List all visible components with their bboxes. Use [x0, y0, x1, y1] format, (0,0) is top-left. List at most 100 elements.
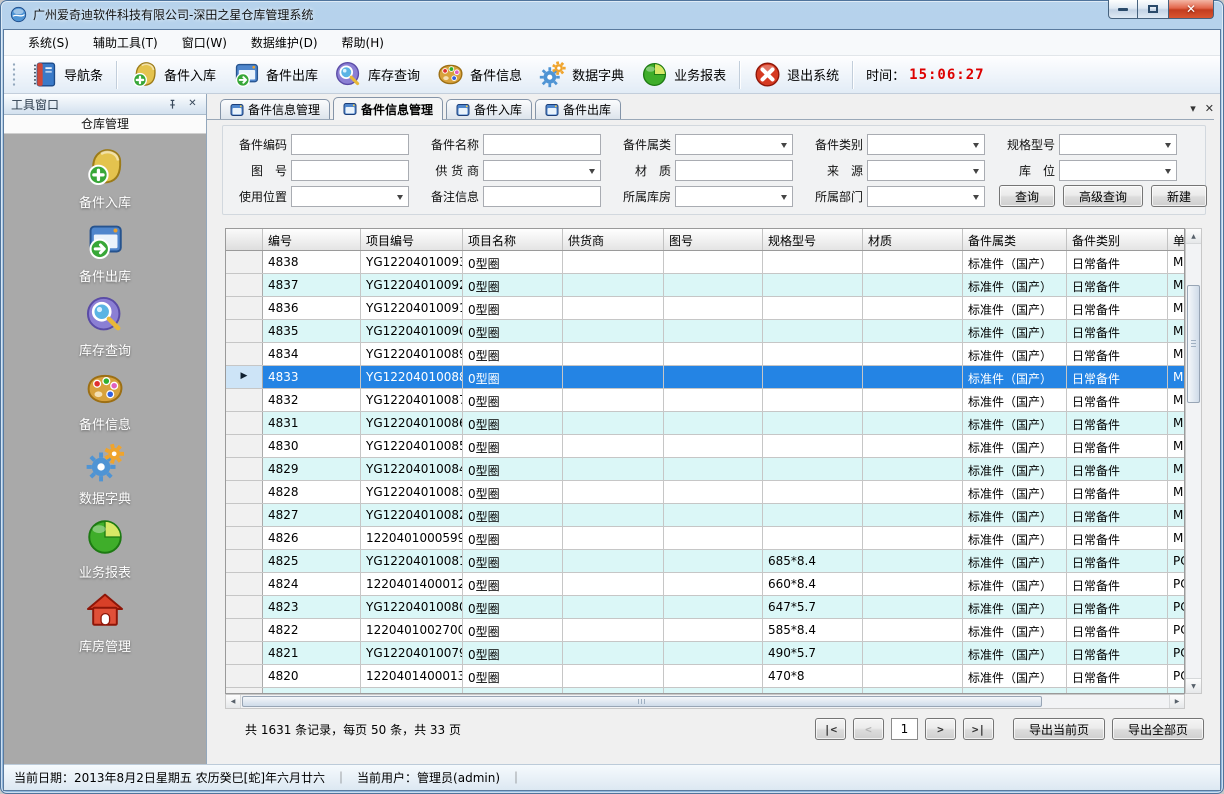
- toolbar-business-report[interactable]: 业务报表: [632, 57, 734, 92]
- column-header-part-class[interactable]: 备件类别: [1067, 229, 1168, 250]
- table-row[interactable]: 4828YG122040100830型圈标准件（国产）日常备件M: [226, 481, 1184, 504]
- table-row[interactable]: 4834YG122040100890型圈标准件（国产）日常备件M: [226, 343, 1184, 366]
- scroll-up-arrow-icon[interactable]: ▲: [1186, 229, 1201, 244]
- cell-drawing-no: [664, 504, 763, 526]
- last-page-button[interactable]: >|: [963, 718, 994, 740]
- tab-parts-info-mgmt-1[interactable]: 备件信息管理: [220, 99, 330, 119]
- sidebar-parts-inbound[interactable]: 备件入库: [4, 146, 206, 211]
- part-name-input[interactable]: [483, 134, 601, 155]
- scroll-left-arrow-icon[interactable]: ◀: [226, 695, 241, 708]
- toolbar-parts-outbound[interactable]: 备件出库: [224, 57, 326, 92]
- cell-part-category: 标准件（国产）: [963, 642, 1067, 664]
- toolbar-grip-handle[interactable]: [12, 62, 16, 88]
- menu-system[interactable]: 系统(S): [16, 30, 81, 55]
- sidebar-inventory-query[interactable]: 库存查询: [4, 294, 206, 359]
- sidebar-data-dictionary[interactable]: 数据字典: [4, 442, 206, 507]
- sidebar-business-report[interactable]: 业务报表: [4, 516, 206, 581]
- table-row[interactable]: 4837YG122040100920型圈标准件（国产）日常备件M: [226, 274, 1184, 297]
- column-header-material[interactable]: 材质: [863, 229, 963, 250]
- menu-window[interactable]: 窗口(W): [170, 30, 239, 55]
- column-header-unit[interactable]: 单位: [1168, 229, 1185, 250]
- spec-model-select[interactable]: [1059, 134, 1177, 155]
- department-select[interactable]: [867, 186, 985, 207]
- table-row[interactable]: 4827YG122040100820型圈标准件（国产）日常备件M: [226, 504, 1184, 527]
- table-row[interactable]: 4835YG122040100900型圈标准件（国产）日常备件M: [226, 320, 1184, 343]
- toolbar-parts-inbound[interactable]: 备件入库: [122, 57, 224, 92]
- menu-aux-tools[interactable]: 辅助工具(T): [81, 30, 170, 55]
- cell-project-name: 0型圈: [463, 619, 563, 641]
- column-header-supplier[interactable]: 供货商: [563, 229, 664, 250]
- remark-input[interactable]: [483, 186, 601, 207]
- table-row[interactable]: 4838YG122040100930型圈标准件（国产）日常备件M: [226, 251, 1184, 274]
- menu-data-maintenance[interactable]: 数据维护(D): [239, 30, 330, 55]
- drawing-no-input[interactable]: [291, 160, 409, 181]
- column-header-project-code[interactable]: 项目编号: [361, 229, 463, 250]
- query-button[interactable]: 查询: [999, 185, 1055, 207]
- toolbar-parts-info[interactable]: 备件信息: [428, 57, 530, 92]
- horizontal-scroll-thumb[interactable]: [242, 696, 1042, 707]
- toolbar-navigator[interactable]: 导航条: [22, 57, 111, 92]
- prev-page-button[interactable]: <: [853, 718, 884, 740]
- storage-location-select[interactable]: [1059, 160, 1177, 181]
- supplier-select[interactable]: [483, 160, 601, 181]
- title-bar[interactable]: 广州爱奇迪软件科技有限公司-深田之星仓库管理系统: [0, 0, 1224, 29]
- table-row[interactable]: 4831YG122040100860型圈标准件（国产）日常备件M: [226, 412, 1184, 435]
- table-row[interactable]: 4825YG122040100810型圈685*8.4标准件（国产）日常备件PC: [226, 550, 1184, 573]
- table-row[interactable]: 4832YG122040100870型圈标准件（国产）日常备件M: [226, 389, 1184, 412]
- column-header-spec-model[interactable]: 规格型号: [763, 229, 863, 250]
- material-input[interactable]: [675, 160, 793, 181]
- table-row[interactable]: 4823YG122040100800型圈647*5.7标准件（国产）日常备件PC: [226, 596, 1184, 619]
- minimize-button[interactable]: [1108, 0, 1138, 19]
- first-page-button[interactable]: |<: [815, 718, 846, 740]
- usage-position-select[interactable]: [291, 186, 409, 207]
- export-all-pages-button[interactable]: 导出全部页: [1112, 718, 1204, 740]
- tab-parts-outbound[interactable]: 备件出库: [535, 99, 621, 119]
- pin-icon[interactable]: [166, 99, 179, 110]
- tab-list-dropdown-icon[interactable]: ▾: [1190, 103, 1196, 114]
- advanced-query-button[interactable]: 高级查询: [1063, 185, 1143, 207]
- table-row[interactable]: 4836YG122040100910型圈标准件（国产）日常备件M: [226, 297, 1184, 320]
- column-header-part-category[interactable]: 备件属类: [963, 229, 1067, 250]
- cell-unit: M: [1168, 504, 1185, 526]
- sidebar-warehouse-mgmt[interactable]: 库房管理: [4, 590, 206, 655]
- sidebar-parts-outbound[interactable]: 备件出库: [4, 220, 206, 285]
- column-header-drawing-no[interactable]: 图号: [664, 229, 763, 250]
- table-row[interactable]: 482412204014000120型圈660*8.4标准件（国产）日常备件PC: [226, 573, 1184, 596]
- part-code-input[interactable]: [291, 134, 409, 155]
- column-header-serial[interactable]: 编号: [263, 229, 361, 250]
- new-button[interactable]: 新建: [1151, 185, 1207, 207]
- vertical-scrollbar[interactable]: ▲ ▼: [1185, 228, 1202, 694]
- cell-supplier: [563, 412, 664, 434]
- warehouse-select[interactable]: [675, 186, 793, 207]
- maximize-button[interactable]: [1138, 0, 1168, 19]
- cell-project-code: YG12204010092: [361, 274, 463, 296]
- table-row[interactable]: 4821YG122040100790型圈490*5.7标准件（国产）日常备件PC: [226, 642, 1184, 665]
- toolbar-exit-system[interactable]: 退出系统: [745, 57, 847, 92]
- next-page-button[interactable]: >: [925, 718, 956, 740]
- tab-close-icon[interactable]: ✕: [1205, 103, 1214, 114]
- tab-parts-inbound[interactable]: 备件入库: [446, 99, 532, 119]
- source-select[interactable]: [867, 160, 985, 181]
- close-button[interactable]: ✕: [1168, 0, 1214, 19]
- part-class-select[interactable]: [867, 134, 985, 155]
- close-icon[interactable]: ✕: [186, 99, 199, 109]
- part-category-select[interactable]: [675, 134, 793, 155]
- toolbar-data-dictionary[interactable]: 数据字典: [530, 57, 632, 92]
- column-header-project-name[interactable]: 项目名称: [463, 229, 563, 250]
- scroll-right-arrow-icon[interactable]: ▶: [1169, 695, 1184, 708]
- scroll-down-arrow-icon[interactable]: ▼: [1186, 678, 1201, 693]
- table-row[interactable]: 482012204014000130型圈470*8标准件（国产）日常备件PC: [226, 665, 1184, 688]
- menu-help[interactable]: 帮助(H): [330, 30, 396, 55]
- page-number-input[interactable]: 1: [891, 718, 918, 740]
- table-row[interactable]: 482612204010005990型圈标准件（国产）日常备件M: [226, 527, 1184, 550]
- tab-parts-info-mgmt-2[interactable]: 备件信息管理: [333, 97, 443, 120]
- sidebar-parts-info[interactable]: 备件信息: [4, 368, 206, 433]
- table-row[interactable]: 4830YG122040100850型圈标准件（国产）日常备件M: [226, 435, 1184, 458]
- export-current-page-button[interactable]: 导出当前页: [1013, 718, 1105, 740]
- table-row[interactable]: 482212204010027000型圈585*8.4标准件（国产）日常备件PC: [226, 619, 1184, 642]
- table-row[interactable]: ▶4833YG122040100880型圈标准件（国产）日常备件M: [226, 366, 1184, 389]
- horizontal-scrollbar[interactable]: ◀ ▶: [225, 694, 1185, 709]
- vertical-scroll-thumb[interactable]: [1187, 285, 1200, 403]
- table-row[interactable]: 4829YG122040100840型圈标准件（国产）日常备件M: [226, 458, 1184, 481]
- toolbar-inventory-query[interactable]: 库存查询: [326, 57, 428, 92]
